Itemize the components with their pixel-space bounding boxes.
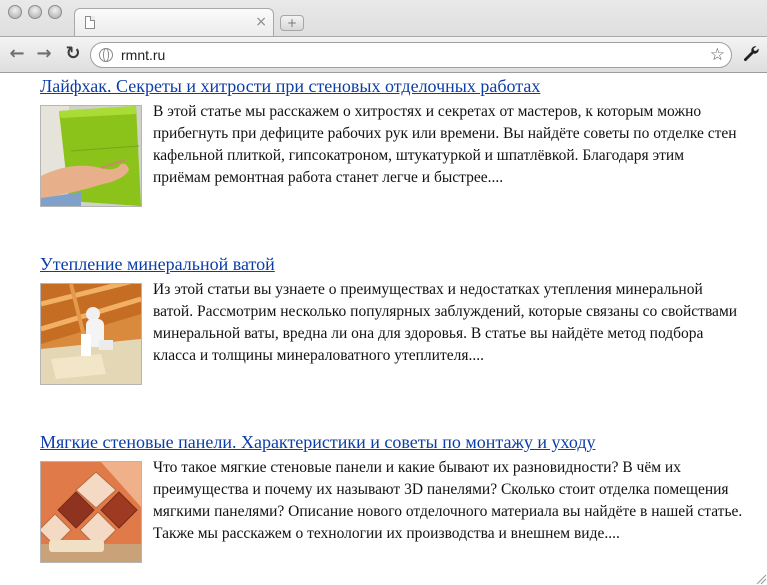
browser-tab[interactable]: × xyxy=(74,8,274,36)
globe-icon xyxy=(99,48,113,62)
address-bar[interactable]: rmnt.ru ☆ xyxy=(90,42,732,68)
minimize-window-button[interactable] xyxy=(28,5,42,19)
back-arrow-icon[interactable]: ← xyxy=(6,42,28,66)
tab-close-icon[interactable]: × xyxy=(255,13,267,31)
soft-wall-panels-photo-thumbnail[interactable] xyxy=(40,461,142,563)
article-title-link[interactable]: Утепление минеральной ватой xyxy=(40,253,760,275)
toolbar: ← → ↻ rmnt.ru ☆ xyxy=(0,36,767,72)
url-text[interactable]: rmnt.ru xyxy=(121,43,165,67)
article-body: Что такое мягкие стеновые панели и какие… xyxy=(40,459,760,565)
attic-insulation-photo-thumbnail[interactable] xyxy=(40,283,142,385)
article-item: Утепление минеральной ватой Из этой стат… xyxy=(40,253,760,387)
article-excerpt: В этой статье мы расскажем о хитростях и… xyxy=(153,103,737,186)
reload-icon[interactable]: ↻ xyxy=(62,42,84,66)
close-window-button[interactable] xyxy=(8,5,22,19)
article-title-link[interactable]: Мягкие стеновые панели. Характеристики и… xyxy=(40,431,760,453)
green-tile-photo-thumbnail[interactable] xyxy=(40,105,142,207)
article-body: В этой статье мы расскажем о хитростях и… xyxy=(40,103,760,209)
zoom-window-button[interactable] xyxy=(48,5,62,19)
page-content: Лайфхак. Секреты и хитрости при стеновых… xyxy=(0,73,767,585)
article-item: Мягкие стеновые панели. Характеристики и… xyxy=(40,431,760,565)
article-excerpt: Из этой статьи вы узнаете о преимущества… xyxy=(153,281,738,364)
page-icon xyxy=(85,16,95,29)
new-tab-button[interactable]: + xyxy=(280,15,304,31)
wrench-menu-icon[interactable] xyxy=(740,42,762,66)
article-excerpt: Что такое мягкие стеновые панели и какие… xyxy=(153,459,743,542)
article-title-link[interactable]: Лайфхак. Секреты и хитрости при стеновых… xyxy=(40,75,760,97)
article-item: Лайфхак. Секреты и хитрости при стеновых… xyxy=(40,75,760,209)
resize-grip-icon[interactable] xyxy=(755,573,767,585)
window-controls xyxy=(8,5,62,19)
forward-arrow-icon[interactable]: → xyxy=(33,42,55,66)
bookmark-star-icon[interactable]: ☆ xyxy=(710,43,725,67)
article-body: Из этой статьи вы узнаете о преимущества… xyxy=(40,281,760,387)
browser-chrome: × + ← → ↻ rmnt.ru ☆ xyxy=(0,0,767,73)
